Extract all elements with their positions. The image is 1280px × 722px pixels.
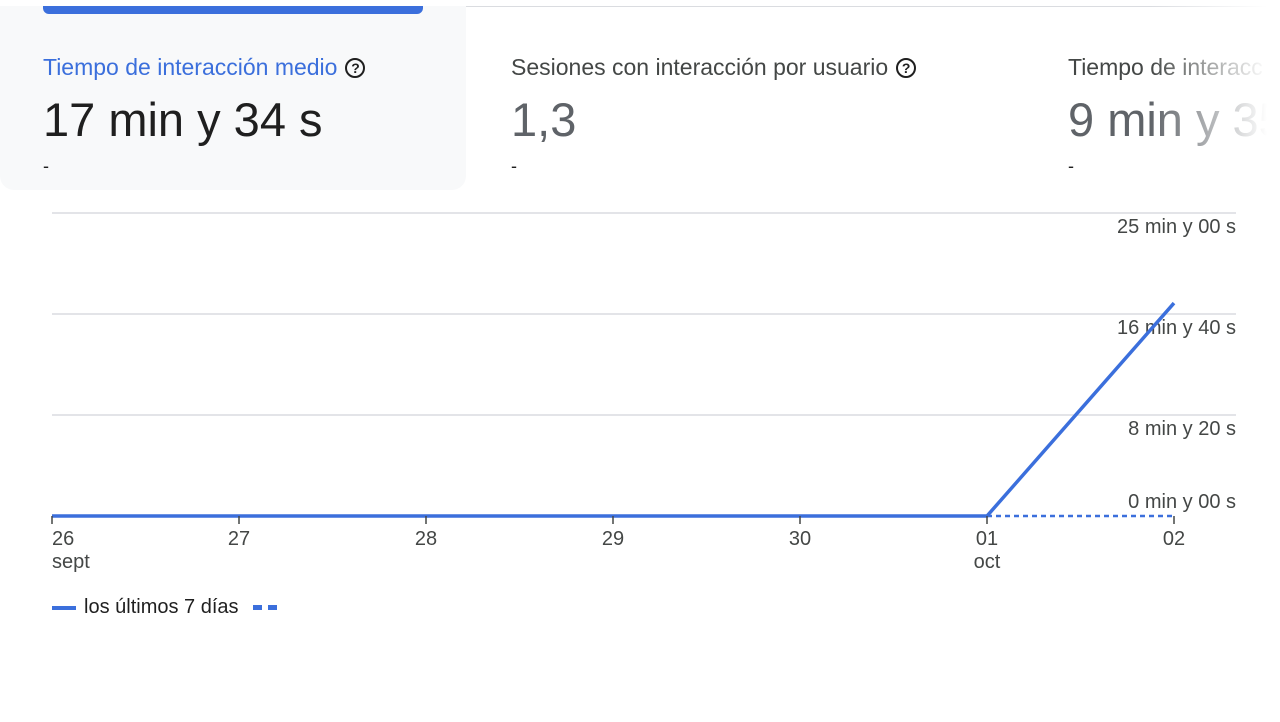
x-tick-label: 02	[1163, 528, 1185, 550]
help-icon[interactable]: ?	[896, 57, 917, 78]
metric-value: 1,3	[511, 93, 577, 146]
y-tick-label: 25 min y 00 s	[1117, 216, 1236, 238]
x-tick-label: 01	[976, 528, 998, 550]
metric-title: Sesiones con interacción por usuario ?	[511, 54, 917, 81]
metric-tab-avg-engagement-time[interactable]: Tiempo de interacción medio ? 17 min y 3…	[0, 6, 466, 190]
line-chart: 0 min y 00 s 8 min y 20 s 16 min y 40 s 25 …	[51, 212, 1236, 573]
metric-title-text: Sesiones con interacción por usuario	[511, 54, 889, 80]
y-tick-label: 8 min y 20 s	[1128, 418, 1236, 440]
active-tab-indicator	[43, 6, 423, 14]
y-tick-label: 16 min y 40 s	[1117, 317, 1236, 339]
x-tick-label: 27	[228, 528, 250, 550]
metric-delta: -	[511, 156, 517, 176]
x-tick-month-label: oct	[974, 551, 1001, 573]
x-tick-label: 29	[602, 528, 624, 550]
x-tick-label: 26	[52, 528, 74, 550]
metric-value: 9 min y 35	[1068, 93, 1280, 146]
metric-tab-engagement-time-truncated[interactable]: Tiempo de interacc 9 min y 35 -	[1024, 6, 1280, 190]
legend-label: los últimos 7 días	[84, 596, 239, 618]
metric-tab-engaged-sessions-per-user[interactable]: Sesiones con interacción por usuario ? 1…	[466, 6, 1006, 190]
metric-delta: -	[1068, 156, 1074, 176]
analytics-card: Tiempo de interacción medio ? 17 min y 3…	[0, 0, 1280, 722]
help-icon[interactable]: ?	[345, 57, 366, 78]
metric-title: Tiempo de interacción medio ?	[43, 54, 366, 81]
y-tick-label: 0 min y 00 s	[1128, 491, 1236, 513]
metric-title: Tiempo de interacc	[1068, 54, 1263, 81]
metric-value: 17 min y 34 s	[43, 93, 323, 146]
series-line-current	[52, 301, 1176, 518]
x-tick-label: 30	[789, 528, 811, 550]
legend-solid-line-icon	[52, 605, 76, 610]
x-tick-month-label: sept	[52, 551, 90, 573]
chart-legend: los últimos 7 días	[52, 596, 277, 619]
metric-title-text: Tiempo de interacc	[1068, 54, 1263, 80]
metric-delta: -	[43, 156, 49, 176]
x-tick-label: 28	[415, 528, 437, 550]
legend-dashed-line-icon	[252, 605, 277, 610]
metric-title-text: Tiempo de interacción medio	[43, 54, 338, 80]
